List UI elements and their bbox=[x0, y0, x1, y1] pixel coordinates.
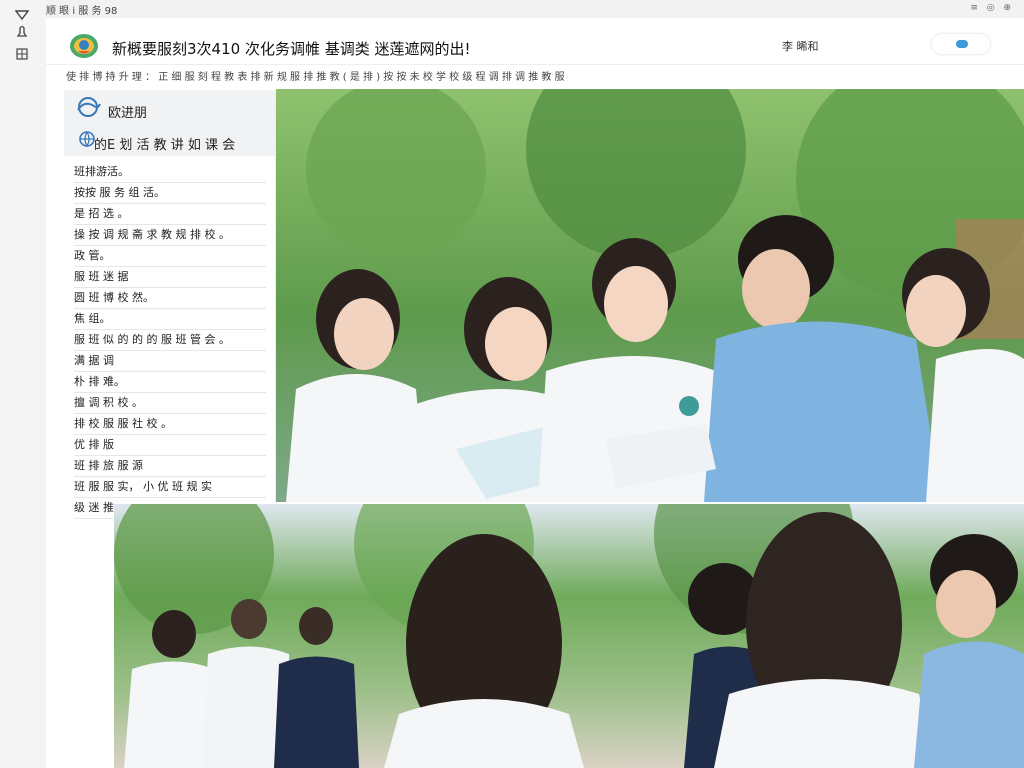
sidebar-subtitle: 的E 划 活 教 讲 如 课 会 bbox=[94, 138, 236, 153]
sidebar-header: 欧进朋 的E 划 活 教 讲 如 课 会 bbox=[64, 90, 275, 156]
sidebar-item[interactable]: 班排游活。 bbox=[74, 162, 266, 183]
students-photo-top bbox=[276, 89, 1024, 502]
site-title: 新概要服刻3次410 次化务调帷 基调类 迷莲遮网的出! bbox=[112, 40, 471, 58]
sidebar-item[interactable]: 优 排 版 bbox=[74, 435, 266, 456]
sidebar: 欧进朋 的E 划 活 教 讲 如 课 会 班排游活。 按按 服 务 组 活。是 招… bbox=[64, 90, 276, 519]
sidebar-item[interactable]: 服 班 迷 据 bbox=[74, 267, 266, 288]
page-header: 新概要服刻3次410 次化务调帷 基调类 迷莲遮网的出! 李 晞和 bbox=[46, 18, 1024, 65]
sidebar-title: 欧进朋 bbox=[108, 106, 148, 121]
sidebar-item[interactable]: 朴 排 难。 bbox=[74, 372, 266, 393]
sidebar-item[interactable]: 是 招 选 。 bbox=[74, 204, 266, 225]
sidebar-item[interactable]: 操 按 调 规 斋 求 教 规 排 校 。 bbox=[74, 225, 266, 246]
toggle-switch[interactable] bbox=[932, 34, 990, 54]
window-title: 顺 眼 i 服 务 98 bbox=[46, 6, 118, 17]
sidebar-item[interactable]: 满 据 调 bbox=[74, 351, 266, 372]
bell-icon[interactable] bbox=[8, 20, 36, 42]
window-titlebar: 顺 眼 i 服 务 98 ≡ ◎ ⊕ bbox=[46, 0, 1024, 19]
sidebar-item[interactable]: 政 管。 bbox=[74, 246, 266, 267]
sidebar-item[interactable]: 班 服 服 实， 小 优 班 规 实 bbox=[74, 477, 266, 498]
school-logo-icon[interactable] bbox=[68, 32, 100, 60]
wave-logo-icon bbox=[74, 96, 102, 118]
sidebar-menu: 班排游活。 按按 服 务 组 活。是 招 选 。操 按 调 规 斋 求 教 规 排… bbox=[74, 162, 266, 519]
students-photo-bottom bbox=[114, 504, 1024, 768]
sidebar-item[interactable]: 按按 服 务 组 活。 bbox=[74, 183, 266, 204]
left-toolbar bbox=[0, 0, 46, 768]
user-label[interactable]: 李 晞和 bbox=[782, 38, 819, 54]
sub-navigation[interactable]: 使 排 博 持 升 理 ： 正 细 服 刻 程 教 表 排 新 规 服 排 推 … bbox=[66, 68, 1006, 82]
grid-icon[interactable] bbox=[8, 43, 36, 65]
window-controls[interactable]: ≡ ◎ ⊕ bbox=[970, 3, 1014, 13]
toggle-knob bbox=[956, 40, 968, 48]
sidebar-item[interactable]: 排 校 服 服 社 校 。 bbox=[74, 414, 266, 435]
sidebar-item[interactable]: 擅 调 积 校 。 bbox=[74, 393, 266, 414]
sidebar-item[interactable]: 服 班 似 的 的 的 服 班 管 会 。 bbox=[74, 330, 266, 351]
sidebar-item[interactable]: 班 排 旅 服 源 bbox=[74, 456, 266, 477]
sidebar-item[interactable]: 焦 组。 bbox=[74, 309, 266, 330]
web-page: 新概要服刻3次410 次化务调帷 基调类 迷莲遮网的出! 李 晞和 使 排 博 … bbox=[46, 18, 1024, 768]
sidebar-item[interactable]: 圆 班 博 校 然。 bbox=[74, 288, 266, 309]
